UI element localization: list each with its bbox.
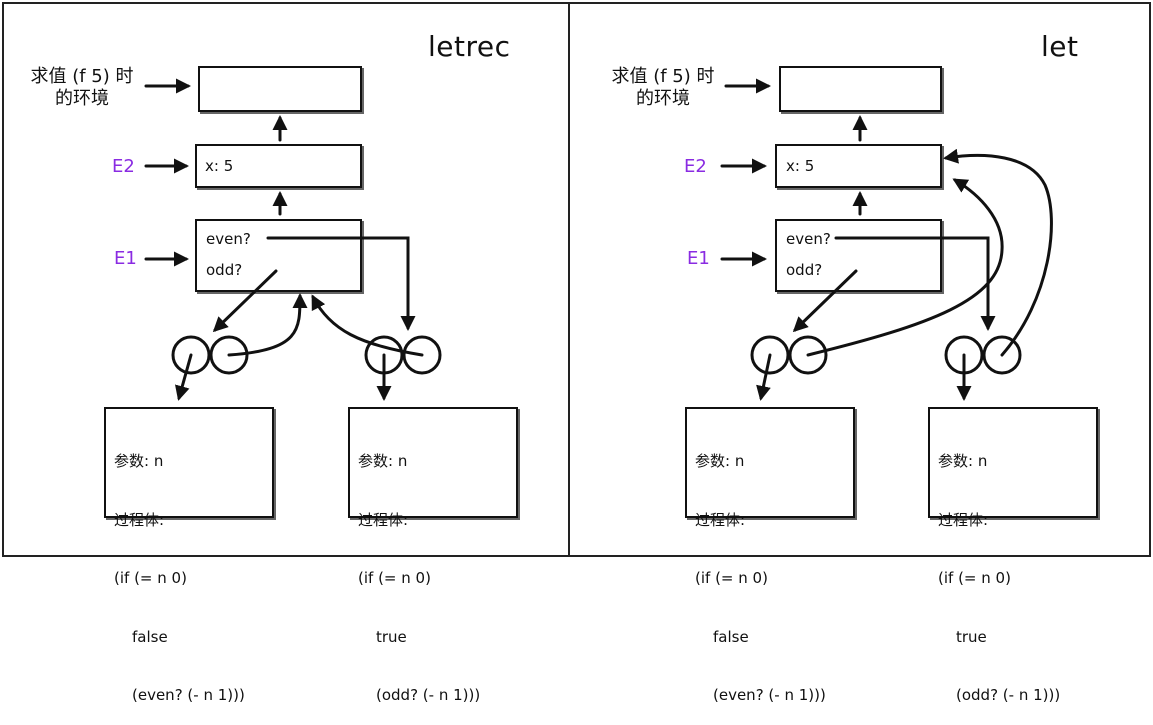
proc-body-line-1: (if (= n 0) xyxy=(695,569,768,587)
eval-env-frame xyxy=(779,66,942,112)
e2-frame: x: 5 xyxy=(195,144,362,188)
e1-tag: E1 xyxy=(114,248,137,269)
eval-env-label-line1: 求值 (f 5) 时 xyxy=(611,66,715,87)
eval-env-label-line2: 的环境 xyxy=(636,88,690,109)
proc-body-line-3: (odd? (- n 1))) xyxy=(376,686,481,704)
proc-body-line-3: (even? (- n 1))) xyxy=(713,686,826,704)
e1-tag: E1 xyxy=(687,248,710,269)
e2-tag: E2 xyxy=(112,156,135,177)
proc-body-line-1: (if (= n 0) xyxy=(114,569,187,587)
proc-body-line-1: (if (= n 0) xyxy=(938,569,1011,587)
proc-body-line-2: false xyxy=(132,627,168,646)
e1-binding-even: even? xyxy=(206,230,251,248)
e2-tag: E2 xyxy=(684,156,707,177)
let-title: let xyxy=(1041,30,1079,63)
proc-body-line-3: (odd? (- n 1))) xyxy=(956,686,1061,704)
odd-procedure-box: 参数: n 过程体: (if (= n 0) true (odd? (- n 1… xyxy=(928,407,1098,704)
e1-frame: even? odd? xyxy=(775,219,942,292)
proc-body-label: 过程体: xyxy=(938,510,989,529)
eval-env-label-line1: 求值 (f 5) 时 xyxy=(30,66,134,87)
even-procedure-box: 参数: n 过程体: (if (= n 0) false (even? (- n… xyxy=(685,407,855,704)
proc-params: 参数: n xyxy=(114,452,164,470)
e2-frame: x: 5 xyxy=(775,144,942,188)
odd-procedure-box: 参数: n 过程体: (if (= n 0) true (odd? (- n 1… xyxy=(348,407,518,704)
proc-body-line-1: (if (= n 0) xyxy=(358,569,431,587)
proc-body-line-3: (even? (- n 1))) xyxy=(132,686,245,704)
e1-binding-odd: odd? xyxy=(206,261,243,279)
proc-body-line-2: true xyxy=(376,627,407,646)
e2-binding-x: x: 5 xyxy=(786,157,815,175)
proc-params: 参数: n xyxy=(695,452,745,470)
e1-frame: even? odd? xyxy=(195,219,362,292)
e1-binding-odd: odd? xyxy=(786,261,823,279)
even-procedure-box: 参数: n 过程体: (if (= n 0) false (even? (- n… xyxy=(104,407,274,704)
e1-binding-even: even? xyxy=(786,230,831,248)
proc-body-label: 过程体: xyxy=(695,510,746,529)
proc-params: 参数: n xyxy=(358,452,408,470)
eval-env-frame xyxy=(198,66,362,112)
letrec-title: letrec xyxy=(428,30,511,63)
e2-binding-x: x: 5 xyxy=(205,157,234,175)
eval-env-label-line2: 的环境 xyxy=(55,88,109,109)
proc-body-label: 过程体: xyxy=(114,510,165,529)
proc-body-label: 过程体: xyxy=(358,510,409,529)
proc-params: 参数: n xyxy=(938,452,988,470)
eval-env-label: 求值 (f 5) 时 的环境 xyxy=(22,66,142,110)
eval-env-label: 求值 (f 5) 时 的环境 xyxy=(603,66,723,110)
proc-body-line-2: true xyxy=(956,627,987,646)
proc-body-line-2: false xyxy=(713,627,749,646)
